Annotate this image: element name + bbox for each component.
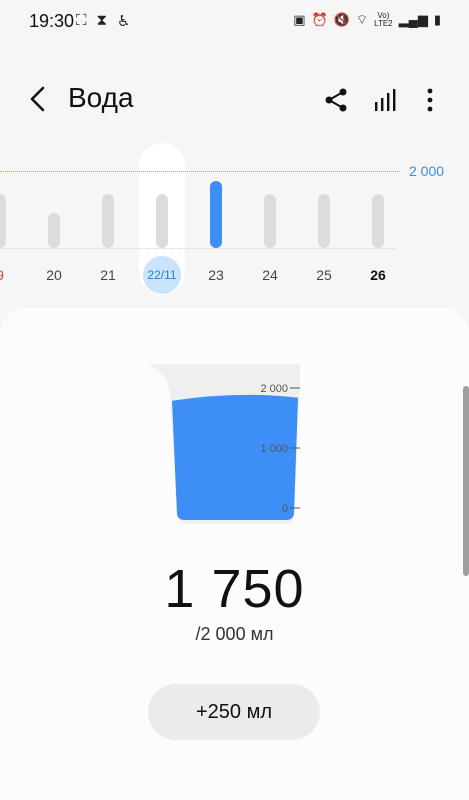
- accessibility-icon: ♿: [117, 13, 131, 30]
- back-icon: [30, 86, 45, 112]
- day-label-4[interactable]: 23: [196, 267, 236, 283]
- page-title: Вода: [68, 82, 134, 113]
- day-label-6[interactable]: 25: [304, 267, 344, 283]
- goal-line: [0, 171, 400, 172]
- hourglass-icon: ⧗: [96, 12, 108, 29]
- day-label-7[interactable]: 26: [358, 267, 398, 283]
- day-bar-3[interactable]: [156, 194, 168, 248]
- chart-baseline: [0, 248, 395, 249]
- day-label-0[interactable]: 9: [0, 267, 20, 283]
- water-glass: 2 000 1 000 0: [148, 364, 300, 524]
- chart-icon: [375, 89, 396, 111]
- signal-icon: ▂▄▆: [398, 12, 428, 27]
- alarm-icon: ⏰: [311, 12, 328, 27]
- battery-saver-icon: ▣: [293, 12, 306, 27]
- more-options-button[interactable]: [416, 84, 444, 116]
- screenshot-icon: ⛶: [76, 12, 87, 29]
- water-amount: 1 750: [164, 559, 305, 619]
- mute-icon: 🔇: [333, 12, 350, 27]
- share-button[interactable]: [320, 84, 352, 116]
- status-right-icons: ▣ ⏰ 🔇 ⌔ Vo) LTE2 ▂▄▆ ▮: [293, 12, 441, 28]
- selected-day-label[interactable]: 22/11: [143, 256, 181, 294]
- status-left-icons: ⛶ ⧗ ♿: [76, 12, 131, 30]
- day-bar-2[interactable]: [102, 194, 114, 248]
- status-bar: 19:30 ⛶ ⧗ ♿ ▣ ⏰ 🔇 ⌔ Vo) LTE2 ▂▄▆ ▮: [0, 0, 469, 44]
- day-bar-5[interactable]: [264, 194, 276, 248]
- scrollbar[interactable]: [463, 386, 469, 576]
- glass-tick-label-2: 0: [282, 503, 288, 515]
- add-water-button[interactable]: +250 мл: [148, 684, 320, 740]
- day-label-5[interactable]: 24: [250, 267, 290, 283]
- week-chart: 2 000 9 20 21 22/11 23 24 25 26: [0, 140, 469, 300]
- wifi-icon: ⌔: [355, 12, 369, 27]
- app-bar: Вода: [0, 70, 469, 130]
- battery-icon: ▮: [433, 12, 441, 27]
- network-label: Vo) LTE2: [374, 12, 393, 28]
- status-time: 19:30: [29, 11, 75, 31]
- water-fill: [172, 394, 298, 520]
- day-bar-1[interactable]: [48, 213, 60, 248]
- day-label-2[interactable]: 21: [88, 267, 128, 283]
- glass-tick-label-0: 2 000: [260, 383, 288, 395]
- back-button[interactable]: [22, 82, 56, 116]
- day-bar-0[interactable]: [0, 194, 6, 248]
- day-bar-7[interactable]: [372, 194, 384, 248]
- water-card: 2 000 1 000 0 1 750 /2 000 мл +250 мл: [0, 308, 469, 800]
- share-icon: [325, 88, 347, 112]
- lte-label: LTE2: [374, 19, 393, 28]
- day-label-1[interactable]: 20: [34, 267, 74, 283]
- more-icon: [427, 88, 433, 112]
- goal-label: 2 000: [409, 163, 445, 179]
- glass-tick-label-1: 1 000: [260, 443, 288, 455]
- trends-button[interactable]: [370, 84, 402, 116]
- day-bar-4[interactable]: [210, 180, 222, 248]
- water-goal: /2 000 мл: [195, 624, 274, 644]
- day-bar-6[interactable]: [318, 194, 330, 248]
